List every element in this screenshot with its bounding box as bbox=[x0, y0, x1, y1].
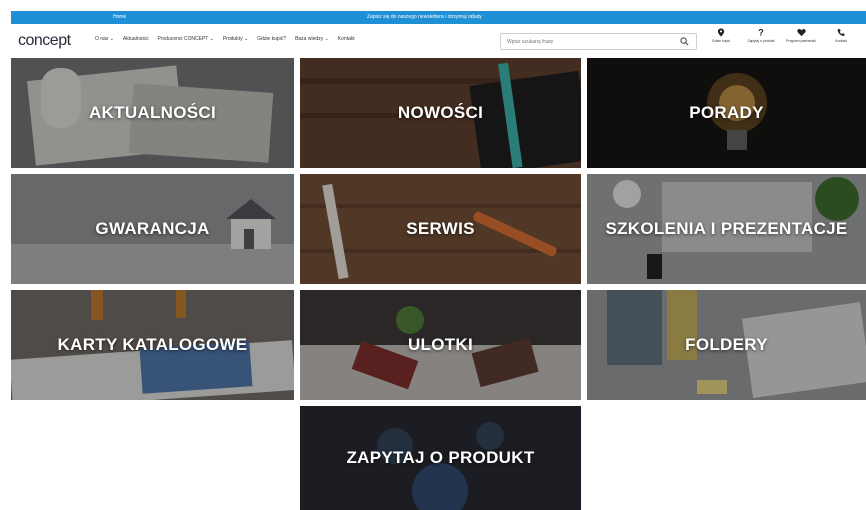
quick-link-label: Program partnerski bbox=[786, 39, 816, 43]
menu-item-produkty[interactable]: Produkty ⌄ bbox=[223, 36, 248, 42]
menu-item-baza-wiedzy[interactable]: Baza wiedzy ⌄ bbox=[295, 36, 329, 42]
quick-link-label: Kontakt bbox=[835, 39, 847, 43]
menu-item-aktualnosci[interactable]: Aktualności bbox=[123, 36, 149, 42]
tile-label: ZAPYTAJ O PRODUKT bbox=[346, 448, 535, 467]
quick-link-partner-program[interactable]: Program partnerski bbox=[785, 28, 817, 43]
tile-label: AKTUALNOŚCI bbox=[88, 103, 216, 122]
page: Home Zapisz się do naszego newslettera i… bbox=[0, 0, 866, 510]
tile-label: PORADY bbox=[689, 103, 764, 122]
map-pin-icon bbox=[717, 28, 725, 37]
quick-link-where-to-buy[interactable]: Gdzie kupić bbox=[705, 28, 737, 43]
tile-aktualnosci[interactable]: AKTUALNOŚCI bbox=[11, 58, 294, 168]
tile-label: SZKOLENIA I PREZENTACJE bbox=[605, 219, 848, 238]
heart-icon bbox=[796, 28, 806, 37]
question-icon: ? bbox=[758, 28, 764, 37]
quick-link-ask-product[interactable]: ? Zapytaj o produkt bbox=[745, 28, 777, 43]
quick-link-label: Zapytaj o produkt bbox=[747, 39, 775, 43]
tile-porady[interactable]: PORADY bbox=[587, 58, 866, 168]
menu-item-o-nas[interactable]: O nas ⌄ bbox=[95, 36, 114, 42]
main-menu: O nas ⌄ Aktualności Producenci CONCEPT ⌄… bbox=[95, 36, 355, 42]
menu-item-gdzie-kupic[interactable]: Gdzie kupić? bbox=[257, 36, 286, 42]
announcement-bar: Home Zapisz się do naszego newslettera i… bbox=[11, 11, 866, 24]
tile-zapytaj-o-produkt[interactable]: ZAPYTAJ O PRODUKT bbox=[300, 406, 581, 510]
tile-label: NOWOŚCI bbox=[397, 103, 484, 122]
search-icon[interactable] bbox=[680, 37, 689, 46]
tile-label: ULOTKI bbox=[407, 335, 474, 354]
quick-link-contact[interactable]: Kontakt bbox=[825, 28, 857, 43]
tile-serwis[interactable]: SERWIS bbox=[300, 174, 581, 284]
tile-karty-katalogowe[interactable]: KARTY KATALOGOWE bbox=[11, 290, 294, 400]
search-box bbox=[500, 33, 697, 50]
menu-item-kontakt[interactable]: Kontakt bbox=[338, 36, 355, 42]
menu-item-producenci[interactable]: Producenci CONCEPT ⌄ bbox=[158, 36, 214, 42]
tile-ulotki[interactable]: ULOTKI bbox=[300, 290, 581, 400]
tile-label: GWARANCJA bbox=[95, 219, 210, 238]
tile-foldery[interactable]: FOLDERY bbox=[587, 290, 866, 400]
tile-label: KARTY KATALOGOWE bbox=[57, 335, 248, 354]
site-header: concept O nas ⌄ Aktualności Producenci C… bbox=[11, 24, 866, 58]
topbar-link[interactable]: Home bbox=[113, 14, 126, 20]
svg-text:?: ? bbox=[758, 28, 764, 37]
phone-icon bbox=[837, 29, 845, 36]
tile-label: SERWIS bbox=[406, 219, 475, 238]
quick-link-label: Gdzie kupić bbox=[711, 39, 731, 43]
tile-label: FOLDERY bbox=[685, 335, 768, 354]
tile-szkolenia[interactable]: SZKOLENIA I PREZENTACJE bbox=[587, 174, 866, 284]
quick-links: Gdzie kupić ? Zapytaj o produkt Program … bbox=[705, 28, 857, 43]
category-grid: AKTUALNOŚCI NOWOŚCI PORADY GWARANCJA SER… bbox=[11, 58, 866, 510]
logo[interactable]: concept bbox=[18, 32, 71, 50]
search-input[interactable] bbox=[507, 37, 657, 46]
tile-gwarancja[interactable]: GWARANCJA bbox=[11, 174, 294, 284]
page-edge bbox=[0, 0, 11, 510]
topbar-message[interactable]: Zapisz się do naszego newslettera i otrz… bbox=[367, 14, 482, 20]
tile-nowosci[interactable]: NOWOŚCI bbox=[300, 58, 581, 168]
